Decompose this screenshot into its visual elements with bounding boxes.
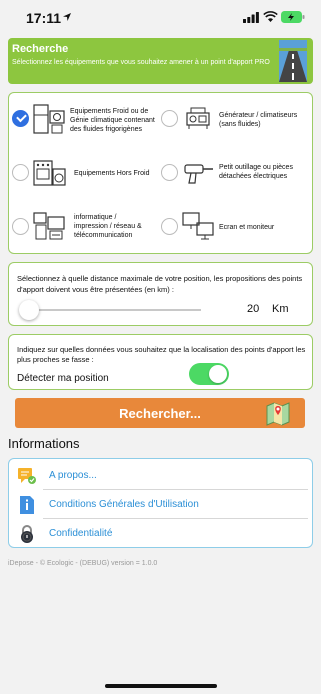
equipment-label: Petit outillage ou pièces détachées élec… <box>219 164 293 180</box>
location-card: Indiquez sur quelles données vous souhai… <box>8 334 313 390</box>
chat-icon <box>18 468 36 484</box>
info-item-label: Confidentialité <box>49 528 113 539</box>
equipment-label: Equipements Froid ou de Génie climatique… <box>70 108 155 133</box>
search-header-banner: Recherche Sélectionnez les équipements q… <box>8 38 313 84</box>
location-instructions: Indiquez sur quelles données vous souhai… <box>17 345 306 364</box>
header-subtitle: Sélectionnez les équipements que vous so… <box>12 59 270 66</box>
map-icon <box>266 402 290 426</box>
search-button[interactable]: Rechercher... <box>15 398 305 428</box>
radio-unchecked[interactable] <box>161 164 178 181</box>
fridge-icon <box>33 104 65 134</box>
equipment-item-hors-froid[interactable]: Equipements Hors Froid <box>12 153 162 193</box>
toggle-knob <box>209 365 227 383</box>
info-item-about[interactable]: A propos... <box>9 461 312 489</box>
header-title: Recherche <box>12 43 69 55</box>
distance-unit: Km <box>272 303 289 315</box>
drill-icon <box>184 164 213 184</box>
computer-icon <box>33 212 65 240</box>
distance-instructions: Sélectionnez à quelle distance maximale … <box>17 274 303 294</box>
status-bar: 17:11 <box>0 0 321 36</box>
footer-version: iDepose - © Ecologic - (DEBUG) version =… <box>8 560 158 567</box>
informations-title: Informations <box>8 436 80 451</box>
distance-card: Sélectionnez à quelle distance maximale … <box>8 262 313 326</box>
monitor-icon <box>182 212 214 240</box>
equipment-label: informatique / impression / réseau & tél… <box>74 214 142 239</box>
lock-icon <box>21 525 33 543</box>
wifi-icon <box>263 11 278 22</box>
signal-icon <box>243 12 259 23</box>
equipment-item-froid[interactable]: Equipements Froid ou de Génie climatique… <box>12 99 162 139</box>
equipment-item-generateur[interactable]: Générateur / climatiseurs (sans fluides) <box>161 99 311 139</box>
detect-position-label: Détecter ma position <box>17 373 109 384</box>
stove-icon <box>33 160 66 186</box>
document-info-icon <box>20 496 34 514</box>
radio-unchecked[interactable] <box>161 218 178 235</box>
radio-unchecked[interactable] <box>12 218 29 235</box>
detect-position-toggle[interactable] <box>189 363 229 385</box>
distance-slider-track[interactable] <box>23 309 201 311</box>
info-item-privacy[interactable]: Confidentialité <box>9 519 312 547</box>
equipment-item-informatique[interactable]: informatique / impression / réseau & tél… <box>12 207 162 247</box>
info-item-label: A propos... <box>49 470 97 481</box>
info-item-cgu[interactable]: Conditions Générales d'Utilisation <box>9 490 312 518</box>
generator-icon <box>186 107 210 129</box>
home-indicator[interactable] <box>105 684 217 688</box>
equipment-item-outillage[interactable]: Petit outillage ou pièces détachées élec… <box>161 153 311 193</box>
equipment-label: Equipements Hors Froid <box>74 170 150 177</box>
equipment-label: Ecran et moniteur <box>219 224 275 231</box>
location-arrow-icon <box>63 13 71 21</box>
info-item-label: Conditions Générales d'Utilisation <box>49 499 199 510</box>
distance-value: 20 <box>247 303 260 315</box>
distance-slider-thumb[interactable] <box>19 300 39 320</box>
equipment-item-ecran[interactable]: Ecran et moniteur <box>161 207 311 247</box>
radio-unchecked[interactable] <box>161 110 178 127</box>
battery-charging-icon <box>281 11 305 23</box>
equipment-card: Equipements Froid ou de Génie climatique… <box>8 92 313 254</box>
radio-unchecked[interactable] <box>12 164 29 181</box>
status-time: 17:11 <box>26 10 62 26</box>
road-icon <box>279 40 307 82</box>
equipment-label: Générateur / climatiseurs (sans fluides) <box>219 112 298 128</box>
search-button-label: Rechercher... <box>119 406 201 421</box>
radio-checked[interactable] <box>12 110 29 127</box>
informations-card: A propos... Conditions Générales d'Utili… <box>8 458 313 548</box>
